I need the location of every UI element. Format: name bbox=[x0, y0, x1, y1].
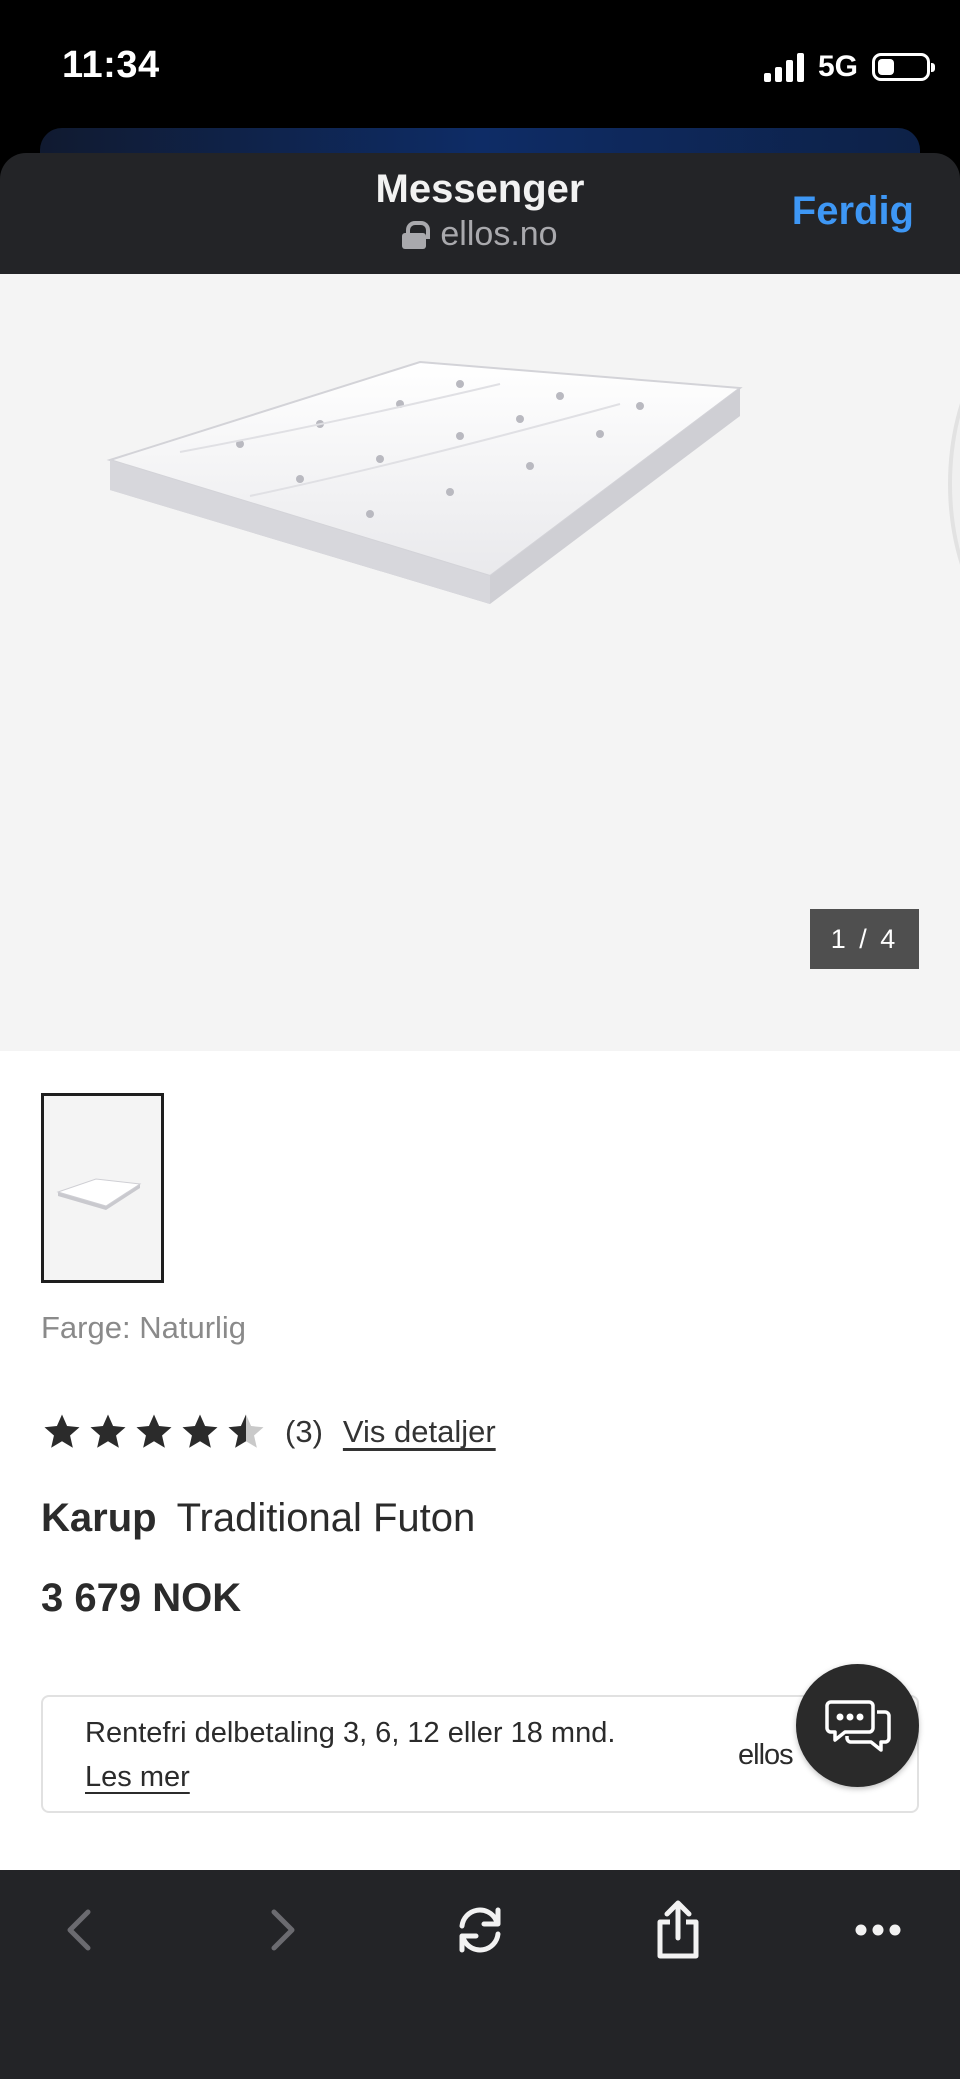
battery-icon bbox=[872, 53, 935, 81]
thumbnail-image bbox=[56, 1178, 142, 1210]
status-indicators: 5G bbox=[763, 50, 935, 84]
status-time: 11:34 bbox=[62, 44, 160, 86]
product-price: 3 679 NOK bbox=[41, 1576, 242, 1620]
product-brand[interactable]: Karup bbox=[41, 1496, 157, 1540]
rating-row: (3) Vis detaljer bbox=[41, 1408, 496, 1456]
product-name: Traditional Futon bbox=[176, 1496, 476, 1540]
rating-stars bbox=[41, 1411, 267, 1453]
status-bar: 11:34 5G bbox=[0, 0, 960, 130]
chevron-right-icon bbox=[271, 1909, 295, 1951]
chat-bubbles-icon bbox=[824, 1699, 891, 1752]
more-dots-icon bbox=[855, 1924, 901, 1936]
lock-icon bbox=[402, 220, 431, 249]
screen: 11:34 5G Messenger ellos.no Ferdig 1 / 4… bbox=[0, 0, 960, 2079]
image-counter: 1 / 4 bbox=[810, 909, 919, 969]
read-more-link[interactable]: Les mer bbox=[85, 1761, 190, 1794]
star-icon bbox=[90, 1414, 126, 1448]
half-star-icon bbox=[228, 1414, 264, 1448]
product-title: Karup Traditional Futon bbox=[41, 1496, 475, 1541]
review-count: (3) bbox=[285, 1414, 323, 1449]
url-text: ellos.no bbox=[440, 215, 558, 253]
financing-banner: Rentefri delbetaling 3, 6, 12 eller 18 m… bbox=[41, 1695, 919, 1813]
show-details-link[interactable]: Vis detaljer bbox=[343, 1414, 496, 1450]
forward-button[interactable] bbox=[242, 1890, 322, 1970]
share-button[interactable] bbox=[638, 1890, 718, 1970]
share-icon bbox=[657, 1900, 699, 1959]
web-content: 1 / 4 Farge: Naturlig (3) Vis detaljer K… bbox=[0, 274, 960, 1870]
chat-button[interactable] bbox=[796, 1664, 919, 1787]
star-icon bbox=[182, 1414, 218, 1448]
financing-text: Rentefri delbetaling 3, 6, 12 eller 18 m… bbox=[85, 1717, 616, 1749]
done-button[interactable]: Ferdig bbox=[792, 189, 914, 234]
browser-header: Messenger ellos.no Ferdig bbox=[0, 153, 960, 274]
back-button[interactable] bbox=[40, 1890, 120, 1970]
product-image-carousel[interactable]: 1 / 4 bbox=[0, 274, 960, 1051]
reload-icon bbox=[459, 1907, 501, 1953]
star-icon bbox=[136, 1414, 172, 1448]
ellos-logo: ellos bbox=[738, 1739, 794, 1771]
signal-icon bbox=[763, 52, 804, 82]
chevron-left-icon bbox=[67, 1909, 91, 1951]
star-icon bbox=[44, 1414, 80, 1448]
browser-toolbar bbox=[0, 1870, 960, 2079]
thumbnail-1[interactable] bbox=[41, 1093, 164, 1283]
color-label: Farge: Naturlig bbox=[41, 1310, 247, 1345]
reload-button[interactable] bbox=[440, 1890, 520, 1970]
more-button[interactable] bbox=[838, 1890, 918, 1970]
network-type: 5G bbox=[817, 50, 858, 83]
